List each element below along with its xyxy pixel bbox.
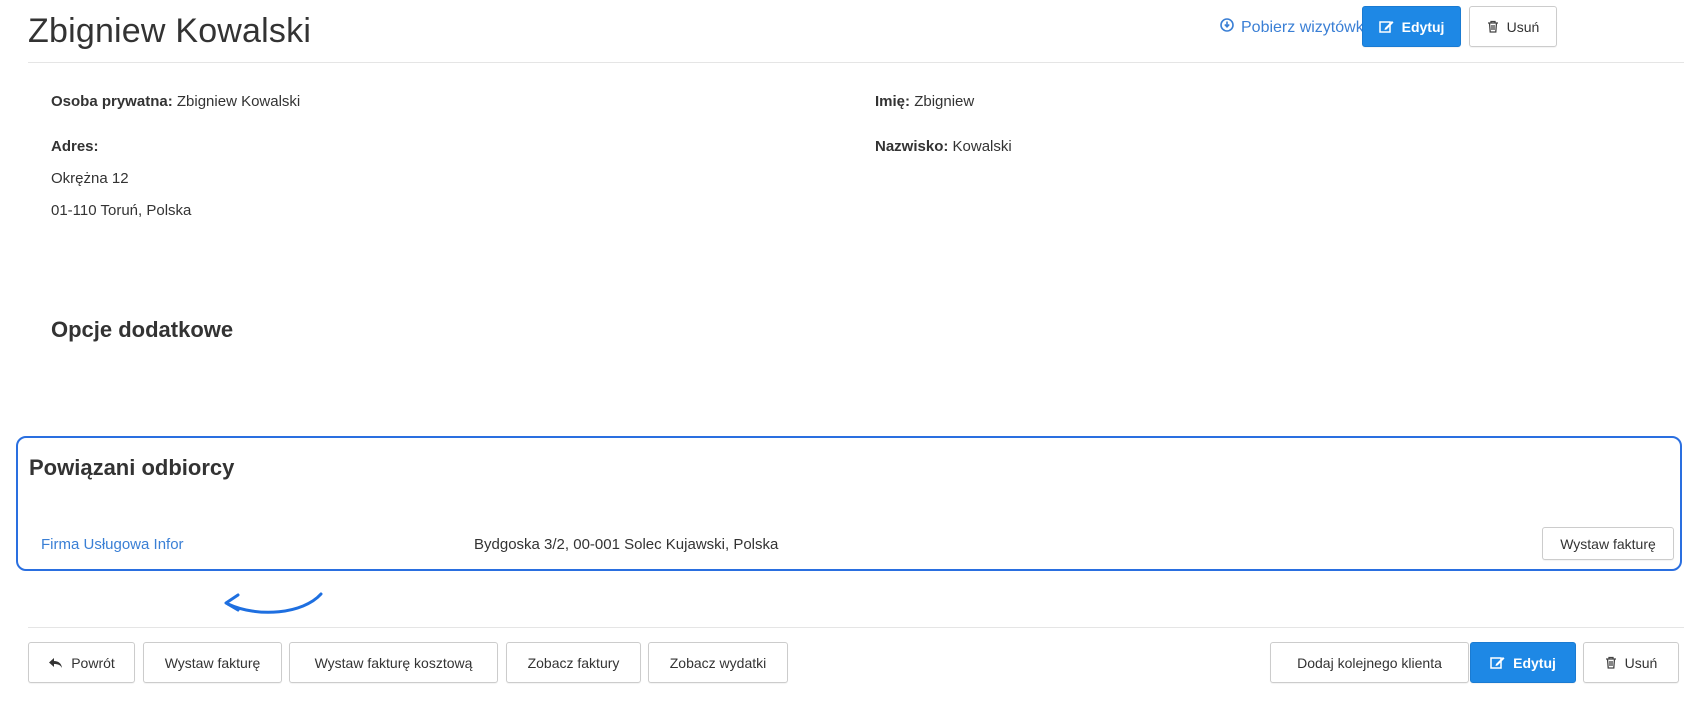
client-details-page: Zbigniew Kowalski Pobierz wizytówkę vCar… (0, 0, 1694, 706)
curved-arrow-icon (218, 586, 328, 631)
issue-invoice-button[interactable]: Wystaw fakturę (143, 642, 282, 683)
address-line-1: Okrężna 12 (51, 170, 129, 187)
last-name-field: Nazwisko: Kowalski (875, 138, 1012, 155)
back-button-label: Powrót (71, 654, 115, 671)
footer-delete-label: Usuń (1624, 654, 1658, 671)
first-name-value: Zbigniew (914, 93, 975, 110)
add-another-client-button[interactable]: Dodaj kolejnego klienta (1270, 642, 1469, 683)
edit-icon (1490, 656, 1505, 669)
first-name-label: Imię: (875, 93, 911, 110)
trash-icon (1487, 20, 1499, 33)
reply-arrow-icon (48, 657, 63, 669)
footer-edit-label: Edytuj (1513, 654, 1556, 671)
delete-button[interactable]: Usuń (1469, 6, 1557, 47)
edit-icon (1378, 20, 1394, 33)
additional-options-title: Opcje dodatkowe (51, 317, 234, 342)
delete-button-label: Usuń (1506, 18, 1540, 35)
page-header: Zbigniew Kowalski Pobierz wizytówkę vCar… (28, 0, 1684, 63)
edit-button-label: Edytuj (1401, 18, 1445, 35)
last-name-value: Kowalski (952, 138, 1012, 155)
related-recipients-title: Powiązani odbiorcy (29, 455, 235, 480)
trash-icon (1605, 656, 1617, 669)
last-name-label: Nazwisko: (875, 138, 949, 155)
address-label-text: Adres: (51, 138, 99, 155)
view-expenses-button[interactable]: Zobacz wydatki (648, 642, 788, 683)
address-label: Adres: (51, 138, 99, 155)
download-circle-icon (1220, 18, 1234, 37)
address-line-2: 01-110 Toruń, Polska (51, 202, 192, 219)
issue-cost-invoice-button[interactable]: Wystaw fakturę kosztową (289, 642, 498, 683)
recipient-address: Bydgoska 3/2, 00-001 Solec Kujawski, Pol… (474, 536, 779, 553)
footer-divider (28, 627, 1684, 628)
private-person-field: Osoba prywatna: Zbigniew Kowalski (51, 93, 300, 110)
first-name-field: Imię: Zbigniew (875, 93, 974, 110)
recipient-issue-invoice-button[interactable]: Wystaw fakturę (1542, 527, 1674, 560)
edit-button[interactable]: Edytuj (1362, 6, 1461, 47)
page-title: Zbigniew Kowalski (28, 12, 312, 50)
private-person-label: Osoba prywatna: (51, 93, 173, 110)
footer-delete-button[interactable]: Usuń (1583, 642, 1679, 683)
back-button[interactable]: Powrót (28, 642, 135, 683)
footer-edit-button[interactable]: Edytuj (1470, 642, 1576, 683)
related-recipients-box: Powiązani odbiorcy Firma Usługowa Infor … (16, 436, 1682, 571)
private-person-value: Zbigniew Kowalski (176, 93, 301, 110)
view-invoices-button[interactable]: Zobacz faktury (506, 642, 641, 683)
recipient-name-link[interactable]: Firma Usługowa Infor (41, 536, 184, 553)
